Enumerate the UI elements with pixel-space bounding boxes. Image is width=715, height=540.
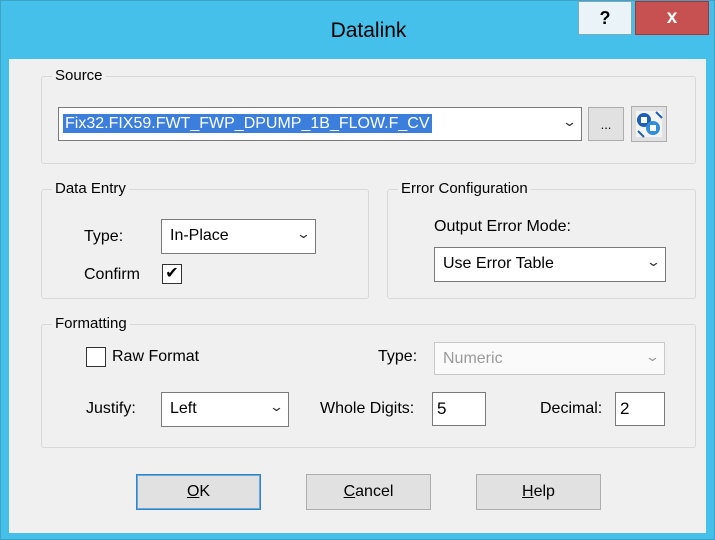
data-entry-group-label: Data Entry bbox=[52, 180, 129, 197]
confirm-checkbox[interactable]: ✔ bbox=[162, 264, 182, 284]
help-title-button[interactable]: ? bbox=[578, 1, 632, 35]
datalink-browser-icon bbox=[636, 111, 663, 138]
format-type-select[interactable]: Numeric ⌄ bbox=[434, 342, 665, 375]
raw-format-label: Raw Format bbox=[112, 348, 200, 365]
output-error-mode-label: Output Error Mode: bbox=[434, 218, 571, 235]
source-value: Fix32.FIX59.FWT_FWP_DPUMP_1B_FLOW.F_CV bbox=[63, 114, 432, 133]
justify-label: Justify: bbox=[86, 400, 136, 417]
dialog-body: Source Fix32.FIX59.FWT_FWP_DPUMP_1B_FLOW… bbox=[9, 59, 706, 533]
decimal-input[interactable]: 2 bbox=[615, 392, 665, 426]
format-type-value: Numeric bbox=[443, 350, 503, 367]
chevron-down-icon[interactable]: ⌄ bbox=[562, 114, 577, 130]
type-label: Type: bbox=[84, 228, 124, 245]
help-label: elp bbox=[533, 483, 555, 500]
output-error-mode-select[interactable]: Use Error Table ⌄ bbox=[434, 247, 666, 282]
ok-label: K bbox=[199, 483, 211, 500]
justify-select[interactable]: Left ⌄ bbox=[161, 392, 289, 427]
chevron-down-icon[interactable]: ⌄ bbox=[646, 254, 661, 270]
entry-type-value: In-Place bbox=[170, 227, 229, 244]
cancel-button[interactable]: Cancel bbox=[306, 474, 431, 510]
source-combo[interactable]: Fix32.FIX59.FWT_FWP_DPUMP_1B_FLOW.F_CV ⌄ bbox=[58, 107, 582, 141]
raw-format-checkbox[interactable] bbox=[86, 347, 106, 367]
decimal-label: Decimal: bbox=[540, 400, 603, 417]
close-button[interactable]: x bbox=[635, 1, 709, 35]
ok-mnemonic: O bbox=[186, 483, 200, 500]
confirm-label: Confirm bbox=[84, 266, 141, 283]
datalink-dialog: Datalink ? x Source Fix32.FIX59.FWT_FWP_… bbox=[0, 0, 715, 540]
whole-digits-label: Whole Digits: bbox=[320, 400, 415, 417]
source-group: Source Fix32.FIX59.FWT_FWP_DPUMP_1B_FLOW… bbox=[41, 67, 696, 164]
cancel-label: ancel bbox=[355, 483, 394, 500]
error-configuration-group: Error Configuration Output Error Mode: U… bbox=[387, 180, 696, 299]
formatting-group: Formatting Raw Format Type: Numeric ⌄ Ju… bbox=[41, 315, 696, 448]
chevron-down-icon: ⌄ bbox=[644, 349, 661, 364]
help-button[interactable]: Help bbox=[476, 474, 601, 510]
chevron-down-icon[interactable]: ⌄ bbox=[296, 226, 311, 242]
browse-button[interactable]: ... bbox=[588, 107, 624, 141]
cancel-mnemonic: C bbox=[343, 483, 356, 500]
chevron-down-icon[interactable]: ⌄ bbox=[269, 399, 284, 415]
whole-digits-input[interactable]: 5 bbox=[432, 392, 486, 426]
title-bar[interactable]: Datalink ? x bbox=[1, 1, 714, 59]
data-entry-group: Data Entry Type: In-Place ⌄ Confirm ✔ bbox=[41, 180, 369, 299]
help-mnemonic: H bbox=[522, 483, 534, 500]
checkmark-icon: ✔ bbox=[165, 265, 179, 282]
ok-button[interactable]: OK bbox=[136, 474, 261, 510]
entry-type-select[interactable]: In-Place ⌄ bbox=[161, 219, 316, 254]
format-type-label: Type: bbox=[378, 348, 418, 365]
datalink-browser-button[interactable] bbox=[631, 106, 667, 142]
formatting-group-label: Formatting bbox=[52, 315, 130, 332]
error-configuration-group-label: Error Configuration bbox=[398, 180, 531, 197]
output-error-mode-value: Use Error Table bbox=[443, 255, 554, 272]
justify-value: Left bbox=[170, 400, 197, 417]
source-group-label: Source bbox=[52, 67, 106, 84]
